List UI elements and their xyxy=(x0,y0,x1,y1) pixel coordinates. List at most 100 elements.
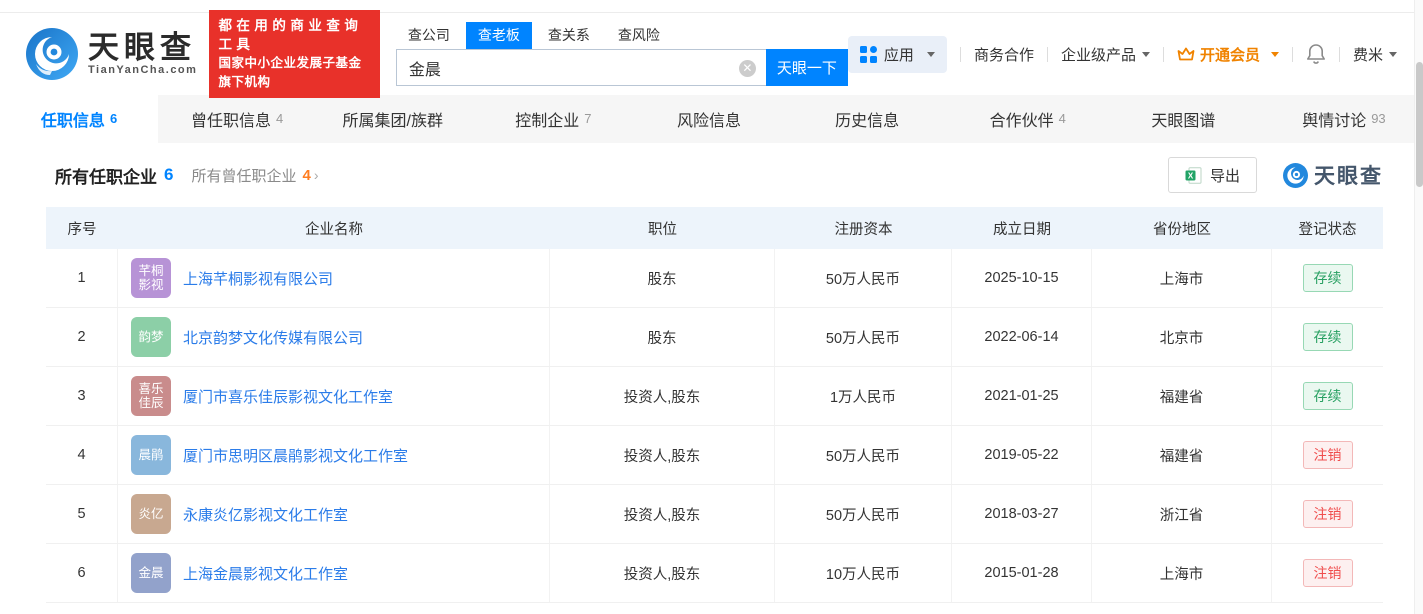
date-cell: 2025-10-15 xyxy=(952,249,1092,307)
vip-label: 开通会员 xyxy=(1199,46,1260,64)
search-tabs: 查公司 查老板 查关系 查风险 xyxy=(396,22,848,49)
region-cell: 上海市 xyxy=(1092,249,1272,307)
username: 费米 xyxy=(1352,46,1383,64)
page-scrollbar[interactable] xyxy=(1414,0,1423,614)
section-title: 所有任职企业 xyxy=(55,167,157,187)
export-button[interactable]: X 导出 xyxy=(1167,157,1257,193)
company-avatar: 喜乐 佳辰 xyxy=(131,376,171,416)
enterprise-products-menu[interactable]: 企业级产品 xyxy=(1061,44,1150,65)
status-badge: 注销 xyxy=(1302,441,1353,469)
logo-subtitle: TianYanCha.com xyxy=(88,64,198,76)
chevron-down-icon xyxy=(926,51,935,57)
company-avatar: 金晨 xyxy=(131,553,171,593)
tab-group[interactable]: 所属集团/族群 xyxy=(316,95,474,143)
date-cell: 2019-05-22 xyxy=(952,426,1092,484)
apps-label: 应用 xyxy=(883,46,914,64)
scrollbar-thumb[interactable] xyxy=(1416,62,1423,187)
row-index: 1 xyxy=(46,249,118,307)
clear-icon[interactable]: ✕ xyxy=(738,60,756,77)
position-cell: 投资人,股东 xyxy=(550,485,775,543)
tab-graph[interactable]: 天眼图谱 xyxy=(1107,95,1265,143)
vip-upgrade-menu[interactable]: 开通会员 xyxy=(1177,44,1279,65)
table-row: 6 金晨 上海金晨影视文化工作室 投资人,股东 10万人民币 2015-01-28… xyxy=(46,544,1383,603)
date-cell: 2022-06-14 xyxy=(952,308,1092,366)
promo-line2: 国家中小企业发展子基金旗下机构 xyxy=(218,56,362,89)
tab-count: 4 xyxy=(276,110,284,126)
tab-former-positions[interactable]: 曾任职信息 4 xyxy=(158,95,316,143)
date-cell: 2018-03-27 xyxy=(952,485,1092,543)
tab-risk-info[interactable]: 风险信息 xyxy=(632,95,790,143)
positions-table: 序号 企业名称 职位 注册资本 成立日期 省份地区 登记状态 1 芊桐 影视 上海… xyxy=(46,207,1383,603)
notification-bell-icon[interactable] xyxy=(1306,43,1326,65)
chevron-down-icon xyxy=(1270,51,1279,57)
company-link[interactable]: 上海芊桐影视有限公司 xyxy=(183,268,333,289)
capital-cell: 50万人民币 xyxy=(775,485,952,543)
tab-controlled-companies[interactable]: 控制企业 7 xyxy=(474,95,632,143)
search-tab-company[interactable]: 查公司 xyxy=(396,22,462,49)
search-input[interactable]: 金晨 ✕ xyxy=(395,49,766,86)
export-label: 导出 xyxy=(1209,167,1240,185)
chevron-down-icon xyxy=(1389,51,1397,57)
capital-cell: 50万人民币 xyxy=(775,308,952,366)
divider xyxy=(1291,46,1293,62)
company-link[interactable]: 厦门市思明区晨鹃影视文化工作室 xyxy=(183,445,408,466)
company-link[interactable]: 北京韵梦文化传媒有限公司 xyxy=(183,327,363,348)
search-tab-boss[interactable]: 查老板 xyxy=(465,22,532,49)
search-tab-relation[interactable]: 查关系 xyxy=(536,22,602,49)
region-cell: 上海市 xyxy=(1092,544,1272,602)
business-cooperation-link[interactable]: 商务合作 xyxy=(974,44,1034,65)
watermark-logo-icon xyxy=(1283,162,1308,188)
col-header-company: 企业名称 xyxy=(305,221,363,238)
tab-count: 7 xyxy=(584,110,592,126)
search-tab-risk[interactable]: 查风险 xyxy=(606,22,672,49)
tab-count: 6 xyxy=(109,110,118,126)
company-link[interactable]: 上海金晨影视文化工作室 xyxy=(183,563,348,584)
row-index: 6 xyxy=(46,544,118,602)
region-cell: 福建省 xyxy=(1092,367,1272,425)
tab-history-info[interactable]: 历史信息 xyxy=(791,95,949,143)
tab-partners[interactable]: 合作伙伴 4 xyxy=(949,95,1107,143)
company-link[interactable]: 厦门市喜乐佳辰影视文化工作室 xyxy=(183,386,393,407)
company-link[interactable]: 永康炎亿影视文化工作室 xyxy=(183,504,348,525)
row-index: 2 xyxy=(46,308,118,366)
user-menu[interactable]: 费米 xyxy=(1353,44,1397,65)
search-button[interactable]: 天眼一下 xyxy=(765,49,848,86)
region-cell: 北京市 xyxy=(1092,308,1272,366)
status-badge: 存续 xyxy=(1302,323,1353,351)
position-cell: 股东 xyxy=(550,249,775,307)
watermark-text: 天眼查 xyxy=(1314,165,1383,188)
col-header-capital: 注册资本 xyxy=(834,221,893,238)
excel-icon: X xyxy=(1185,166,1202,184)
status-badge: 存续 xyxy=(1302,264,1353,292)
section-count: 6 xyxy=(164,165,174,184)
table-row: 3 喜乐 佳辰 厦门市喜乐佳辰影视文化工作室 投资人,股东 1万人民币 2021-… xyxy=(46,367,1383,426)
row-index: 3 xyxy=(46,367,118,425)
capital-cell: 50万人民币 xyxy=(775,426,952,484)
logo-text: 天眼查 TianYanCha.com xyxy=(88,30,198,77)
status-badge: 存续 xyxy=(1302,382,1353,410)
divider xyxy=(959,46,961,62)
divider xyxy=(1046,46,1048,62)
former-companies-link[interactable]: 所有曾任职企业 4 › xyxy=(191,165,318,186)
tianyancha-logo[interactable]: 天眼查 TianYanCha.com xyxy=(26,28,197,80)
apps-menu[interactable]: 应用 xyxy=(847,35,947,73)
enterprise-products-label: 企业级产品 xyxy=(1060,46,1136,64)
tab-positions[interactable]: 任职信息 6 xyxy=(0,95,159,143)
former-companies-count: 4 xyxy=(302,166,311,184)
promo-line1: 都在用的商业查询工具 xyxy=(218,18,363,52)
tab-count: 93 xyxy=(1371,110,1386,126)
row-index: 4 xyxy=(46,426,118,484)
tab-count: 4 xyxy=(1058,110,1066,126)
section-actions: X 导出 天眼查 xyxy=(1167,157,1383,193)
region-cell: 福建省 xyxy=(1092,426,1272,484)
tab-public-opinion[interactable]: 舆情讨论 93 xyxy=(1265,95,1423,143)
date-cell: 2015-01-28 xyxy=(952,544,1092,602)
col-header-status: 登记状态 xyxy=(1298,221,1357,238)
header-right: 应用 商务合作 企业级产品 开通会员 费米 xyxy=(847,35,1397,73)
detail-nav-tabs: 任职信息 6 曾任职信息 4 所属集团/族群 控制企业 7 风险信息 历史信息 合作伙… xyxy=(0,95,1423,143)
chevron-right-icon: › xyxy=(313,167,319,183)
status-badge: 注销 xyxy=(1302,500,1353,528)
row-index: 5 xyxy=(46,485,118,543)
status-badge: 注销 xyxy=(1302,559,1353,587)
logo-title: 天眼查 xyxy=(88,30,196,65)
